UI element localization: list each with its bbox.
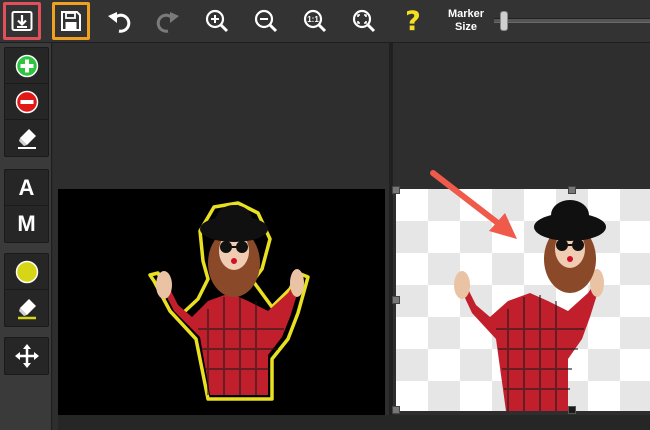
marker-tool-group — [4, 47, 49, 157]
color-picker-button[interactable] — [5, 254, 48, 290]
resize-handle-bottom-center[interactable] — [568, 406, 576, 414]
zoom-actual-size-icon: 1:1 — [303, 9, 327, 33]
zoom-fit-button[interactable] — [346, 3, 382, 39]
horizontal-scroll-area[interactable] — [58, 415, 650, 430]
zoom-out-button[interactable] — [248, 3, 284, 39]
resize-handle-bottom-left[interactable] — [392, 406, 400, 414]
resize-handle-top-left[interactable] — [392, 186, 400, 194]
eraser-icon — [17, 129, 36, 149]
move-tool-group — [4, 337, 49, 375]
mode-tool-group: A M — [4, 169, 49, 243]
redo-button[interactable] — [150, 3, 186, 39]
zoom-actual-size-button[interactable]: 1:1 — [297, 3, 333, 39]
resize-handle-top-center[interactable] — [568, 186, 576, 194]
keep-marker-button[interactable] — [5, 48, 48, 84]
marked-image-canvas[interactable] — [58, 189, 385, 415]
plus-circle-icon — [15, 54, 38, 77]
move-arrows-icon — [14, 344, 39, 368]
marked-subject-image — [148, 201, 310, 401]
zoom-actual-size-text: 1:1 — [307, 15, 319, 24]
help-button[interactable]: ? — [395, 3, 431, 39]
undo-button[interactable] — [101, 3, 137, 39]
color-dot-icon — [15, 260, 38, 283]
marker-size-slider-track[interactable] — [494, 18, 650, 23]
redo-icon — [156, 12, 179, 33]
zoom-in-button[interactable] — [199, 3, 235, 39]
help-icon: ? — [405, 5, 421, 37]
canvas-divider[interactable] — [389, 43, 393, 430]
save-button[interactable] — [52, 2, 90, 40]
remove-marker-button[interactable] — [5, 84, 48, 120]
color-tool-group — [4, 253, 49, 327]
top-toolbar: 1:1 ? Marker Size — [0, 0, 650, 43]
auto-mode-label: A — [18, 174, 35, 200]
color-eraser-button[interactable] — [5, 290, 48, 326]
download-button[interactable] — [3, 2, 41, 40]
eraser-highlight-icon — [17, 299, 36, 320]
minus-circle-icon — [15, 90, 38, 113]
zoom-out-icon — [254, 9, 278, 33]
manual-mode-label: M — [17, 211, 36, 236]
zoom-in-icon — [205, 9, 229, 33]
marker-size-slider-thumb[interactable] — [500, 11, 508, 31]
auto-mode-button[interactable]: A — [5, 170, 48, 206]
move-button[interactable] — [5, 338, 48, 374]
tool-panel: A M — [0, 43, 52, 430]
zoom-fit-icon — [352, 9, 376, 33]
eraser-button[interactable] — [5, 120, 48, 156]
manual-mode-button[interactable]: M — [5, 206, 48, 242]
save-icon — [61, 11, 81, 31]
resize-handle-middle-left[interactable] — [392, 296, 400, 304]
annotation-arrow — [430, 170, 517, 239]
download-icon — [11, 11, 33, 31]
marker-size-label: Marker Size — [447, 8, 485, 33]
undo-icon — [108, 12, 131, 33]
